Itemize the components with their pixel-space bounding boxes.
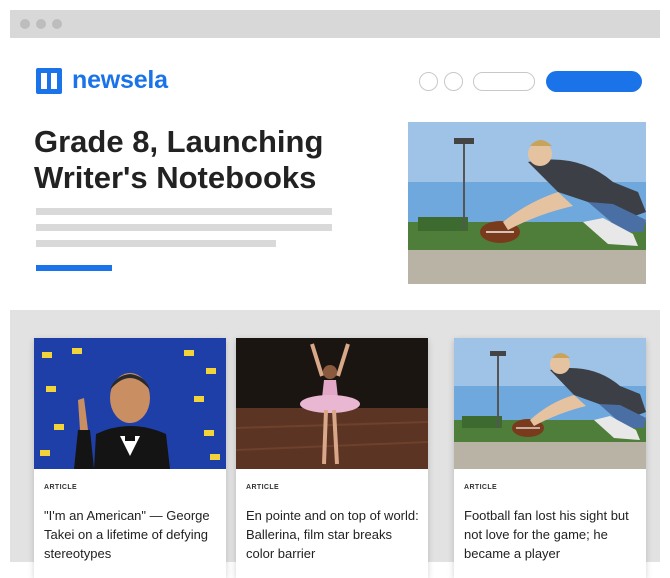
nav-pill-button[interactable]: [473, 72, 535, 91]
page-title: Grade 8, Launching Writer's Notebooks: [34, 124, 324, 195]
newsela-logo-icon: [36, 67, 62, 94]
text-placeholder-line: [36, 208, 332, 215]
text-placeholder-line: [36, 224, 332, 231]
article-image: [236, 338, 428, 469]
article-card[interactable]: ARTICLE "I'm an American" — George Takei…: [34, 338, 226, 578]
hero-section: newsela Grade 8, Launching Writer's Note…: [10, 38, 660, 310]
ballerina-photo: [236, 338, 428, 469]
accent-underline: [36, 265, 112, 271]
article-tag: ARTICLE: [464, 484, 498, 491]
article-title[interactable]: Football fan lost his sight but not love…: [464, 506, 640, 563]
article-title[interactable]: En pointe and on top of world: Ballerina…: [246, 506, 422, 563]
article-image: [454, 338, 646, 469]
brand-logo[interactable]: newsela: [36, 66, 168, 95]
nav-circle-button[interactable]: [419, 72, 438, 91]
window-dot-icon: [52, 19, 62, 29]
article-tag: ARTICLE: [246, 484, 280, 491]
brand-name: newsela: [72, 66, 168, 94]
text-placeholder-line: [36, 240, 276, 247]
football-kicker-photo: [454, 338, 646, 469]
article-tag: ARTICLE: [44, 484, 78, 491]
browser-title-bar: [10, 10, 660, 38]
football-kicker-photo: [408, 122, 646, 284]
george-takei-photo: [34, 338, 226, 469]
article-title[interactable]: "I'm an American" — George Takei on a li…: [44, 506, 220, 563]
window-dot-icon: [36, 19, 46, 29]
article-image: [34, 338, 226, 469]
article-card[interactable]: ARTICLE En pointe and on top of world: B…: [236, 338, 428, 578]
nav-cta-button[interactable]: [546, 71, 642, 92]
article-cards-section: ARTICLE "I'm an American" — George Takei…: [10, 310, 660, 578]
hero-image[interactable]: [408, 122, 646, 284]
window-dot-icon: [20, 19, 30, 29]
article-card[interactable]: ARTICLE Football fan lost his sight but …: [454, 338, 646, 578]
nav-circle-button[interactable]: [444, 72, 463, 91]
